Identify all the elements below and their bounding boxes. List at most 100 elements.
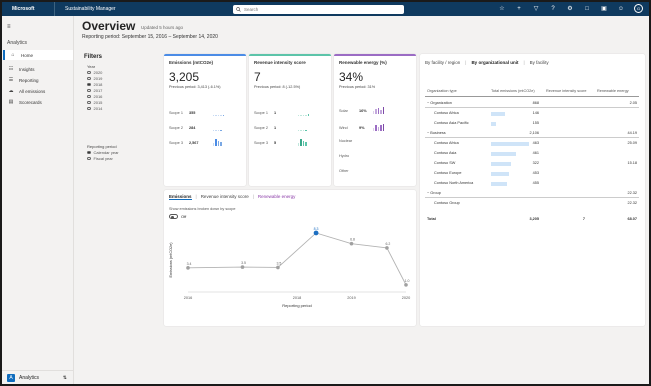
kpi-value: 3,205 [169,70,200,84]
table-row[interactable]: Contoso Europe 453 [425,170,639,178]
kpi-card-intensity[interactable]: Revenue intensity score 7 Previous perio… [249,54,331,186]
table-row[interactable]: Contoso Africa 463 25.09 [425,140,639,148]
breakdown-card: By facility / region | By organizational… [420,54,645,326]
column-header[interactable]: Revenue intensity score [546,89,587,93]
tab-renewable-energy[interactable]: Renewable energy [258,194,296,200]
cell-emissions: 453 [532,171,539,175]
tab-revenue-intensity[interactable]: Revenue intensity score [201,194,249,200]
radio-button[interactable] [87,70,91,75]
tab-by-facility[interactable]: By facility [530,60,549,65]
tab-by-org-unit[interactable]: By organizational unit [471,60,518,65]
area-badge: A [7,373,15,382]
scope-toggle[interactable] [169,214,178,219]
cell-name: Contoso Europe [434,171,462,175]
year-option-label: 2015 [93,100,103,105]
radio-button[interactable] [87,150,91,155]
year-option[interactable]: 2019 [87,76,102,81]
table-row[interactable]: Contoso Asia Pacific 155 [425,120,639,128]
cell-renewable: 68.07 [627,217,637,221]
filter-icon[interactable]: ▽ [532,4,540,13]
tab-by-facility-region[interactable]: By facility / region [425,60,460,65]
table-group-row[interactable]: − Organization 868 2.05 [425,100,639,108]
data-point [240,265,245,269]
scope-toggle-label: Show emissions broken down by scope [169,207,236,211]
radio-button[interactable] [87,88,91,93]
year-option[interactable]: 2018 [87,82,102,87]
kpi-card-renewable[interactable]: Renewable energy (%) 34% Previous period… [334,54,416,186]
tab-separator: | [252,194,254,199]
hamburger-icon[interactable]: ≡ [7,24,11,30]
sidebar-item-insights[interactable]: ☷ Insights [3,64,73,74]
sidebar-item-home[interactable]: ⌂ Home [3,50,73,60]
kpi-previous: Previous period: 3,413 (-6.1%) [169,85,221,89]
settings-icon[interactable]: ⚙ [566,4,574,13]
home-icon: ⌂ [11,52,15,58]
period-option[interactable]: Fiscal year [87,156,113,161]
table-row[interactable]: Contoso North America 455 [425,180,639,188]
brand-logo[interactable]: Microsoft [2,6,54,12]
table-row[interactable]: Contoso Asia 461 [425,150,639,158]
year-option[interactable]: 2017 [87,88,102,93]
lightbulb-icon[interactable]: ☆ [498,4,506,13]
data-label: 3.5 [276,261,281,265]
period-option-label: Fiscal year [93,156,113,161]
column-header[interactable]: Renewable energy [597,89,629,93]
column-header[interactable]: Organization type [427,89,457,93]
cell-name: Contoso Asia [434,151,457,155]
help-icon[interactable]: ? [549,4,557,13]
radio-button[interactable] [87,100,91,105]
column-header[interactable]: Total emissions (mtCO2e) [491,89,535,93]
cell-name: Organization [430,101,452,105]
app-name[interactable]: Sustainability Manager [54,2,116,16]
year-filter-label: Year [87,64,96,69]
kpi-row-value: 9% [359,125,365,130]
kpi-card-emissions[interactable]: Emissions (mtCO2e) 3,205 Previous period… [164,54,246,186]
plus-icon[interactable]: + [515,4,523,13]
tab-emissions[interactable]: Emissions [169,194,192,200]
table-total-row[interactable]: Total 3,205 7 68.07 [425,216,639,224]
kpi-row-value: 284 [189,125,196,130]
radio-button[interactable] [87,76,91,81]
table-row[interactable]: Contoso Group 22.32 [425,200,639,208]
emissions-bar [491,181,507,186]
sparkline [213,124,222,131]
table-group-row[interactable]: − Group 22.32 [425,190,639,198]
year-option[interactable]: 2020 [87,70,102,75]
radio-button[interactable] [87,106,91,111]
present-icon[interactable]: ▣ [600,4,608,13]
table-row[interactable]: Contoso Africa 146 [425,110,639,118]
cell-name: Contoso Africa [434,111,459,115]
cell-name: Contoso SW [434,161,456,165]
area-switcher[interactable]: A Analytics ⇅ [2,370,73,384]
page-title: Overview [82,19,136,33]
kpi-row-value: 2,567 [189,140,199,145]
y-axis-label: Emissions (mtCO2e) [169,242,173,278]
kpi-row-label: Scope 1 [254,110,268,115]
avatar[interactable]: G [634,4,643,13]
person-icon[interactable]: ☺ [617,4,625,13]
cell-renewable: 25.09 [627,141,637,145]
kpi-previous: Previous period: 31% [339,85,376,89]
table-row[interactable]: Contoso SW 322 15.18 [425,160,639,168]
emissions-bar [491,121,496,126]
year-option[interactable]: 2016 [87,94,102,99]
sparkline [298,139,307,146]
cell-emissions: 463 [532,141,539,145]
chat-icon[interactable]: □ [583,4,591,13]
sidebar-item-all-emissions[interactable]: ☁ All emissions [3,86,73,96]
year-option[interactable]: 2015 [87,100,102,105]
radio-button[interactable] [87,94,91,99]
data-label: 8.3 [314,227,319,231]
kpi-title: Revenue intensity score [254,60,306,65]
radio-button[interactable] [87,156,91,161]
sidebar-item-scorecards[interactable]: ▤ Scorecards [3,97,73,107]
sidebar-item-label: Home [21,52,34,58]
table-group-row[interactable]: − Business 2,106 44.19 [425,130,639,138]
sidebar-item-reporting[interactable]: ☰ Reporting [3,75,73,85]
sparkline [298,109,309,116]
period-option[interactable]: Calendar year [87,150,119,155]
search-input[interactable]: Search [233,5,404,14]
year-option-label: 2014 [93,106,103,111]
year-option[interactable]: 2014 [87,106,102,111]
radio-button[interactable] [87,82,91,87]
